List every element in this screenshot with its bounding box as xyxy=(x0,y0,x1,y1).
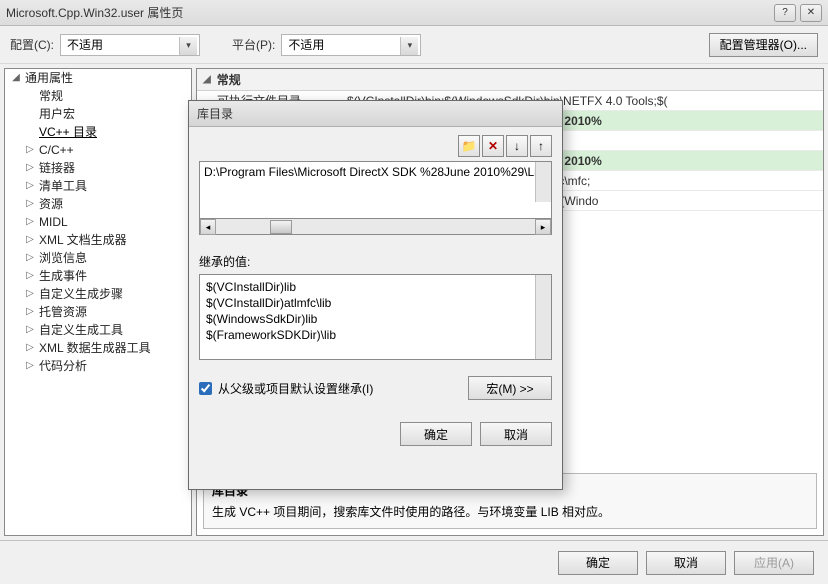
ok-button[interactable]: 确定 xyxy=(558,551,638,575)
tree-item-label: XML 数据生成器工具 xyxy=(39,339,151,357)
chevron-down-icon: ▾ xyxy=(400,37,418,55)
tree-item-label: 常规 xyxy=(39,87,63,105)
tree-item-label: 资源 xyxy=(39,195,63,213)
dialog-toolbar: 📁 ✕ ↓ ↑ xyxy=(199,135,552,157)
tree-item-label: 浏览信息 xyxy=(39,249,87,267)
tree-expand-icon: ▷ xyxy=(25,357,35,375)
inherit-checkbox-label: 从父级或项目默认设置继承(I) xyxy=(218,380,373,397)
tree-expand-icon: ▷ xyxy=(25,159,35,177)
scroll-right-icon[interactable]: ▸ xyxy=(535,219,551,235)
close-button[interactable]: ✕ xyxy=(800,4,822,22)
tree-expand-icon: ▷ xyxy=(25,267,35,285)
tree-root[interactable]: ◢ 通用属性 xyxy=(5,69,191,87)
platform-label: 平台(P): xyxy=(232,36,275,53)
tree-item[interactable]: ▷托管资源 xyxy=(5,303,191,321)
new-folder-button[interactable]: 📁 xyxy=(458,135,480,157)
tree-item[interactable]: ▷生成事件 xyxy=(5,267,191,285)
tree-expand-icon: ▷ xyxy=(25,321,35,339)
tree-item-label: 用户宏 xyxy=(39,105,75,123)
platform-combo[interactable]: 不适用 ▾ xyxy=(281,34,421,56)
config-label: 配置(C): xyxy=(10,36,54,53)
window-title: Microsoft.Cpp.Win32.user 属性页 xyxy=(6,4,770,21)
scroll-thumb[interactable] xyxy=(270,220,292,234)
tree-item[interactable]: ▷清单工具 xyxy=(5,177,191,195)
scrollbar-vertical[interactable] xyxy=(535,162,551,202)
tree-item-label: 代码分析 xyxy=(39,357,87,375)
inherited-item[interactable]: $(WindowsSdkDir)lib xyxy=(206,311,535,327)
tree-item-label: XML 文档生成器 xyxy=(39,231,127,249)
dialog-title: 库目录 xyxy=(189,101,562,127)
propgrid-group-header[interactable]: ◢ 常规 xyxy=(197,69,823,91)
help-button[interactable]: ? xyxy=(774,4,796,22)
config-combo[interactable]: 不适用 ▾ xyxy=(60,34,200,56)
nav-tree[interactable]: ◢ 通用属性 常规用户宏VC++ 目录▷C/C++▷链接器▷清单工具▷资源▷MI… xyxy=(4,68,192,536)
tree-expand-icon: ▷ xyxy=(25,177,35,195)
apply-button[interactable]: 应用(A) xyxy=(734,551,814,575)
paths-editbox[interactable]: D:\Program Files\Microsoft DirectX SDK %… xyxy=(199,161,552,219)
platform-value: 不适用 xyxy=(288,36,324,53)
tree-item[interactable]: ▷C/C++ xyxy=(5,141,191,159)
tree-item[interactable]: VC++ 目录 xyxy=(5,123,191,141)
description-text: 生成 VC++ 项目期间，搜索库文件时使用的路径。与环境变量 LIB 相对应。 xyxy=(212,503,808,520)
tree-item[interactable]: 常规 xyxy=(5,87,191,105)
titlebar: Microsoft.Cpp.Win32.user 属性页 ? ✕ xyxy=(0,0,828,26)
config-value: 不适用 xyxy=(67,36,103,53)
tree-item[interactable]: ▷自定义生成步骤 xyxy=(5,285,191,303)
inherited-item[interactable]: $(FrameworkSDKDir)\lib xyxy=(206,327,535,343)
tree-expand-icon: ▷ xyxy=(25,195,35,213)
tree-item[interactable]: ▷资源 xyxy=(5,195,191,213)
tree-expand-icon: ▷ xyxy=(25,231,35,249)
tree-item-label: 生成事件 xyxy=(39,267,87,285)
tree-item[interactable]: ▷浏览信息 xyxy=(5,249,191,267)
scroll-left-icon[interactable]: ◂ xyxy=(200,219,216,235)
footer-bar: 确定 取消 应用(A) xyxy=(0,540,828,584)
delete-button[interactable]: ✕ xyxy=(482,135,504,157)
tree-expand-icon: ▷ xyxy=(25,213,35,231)
tree-item[interactable]: 用户宏 xyxy=(5,105,191,123)
tree-collapse-icon: ◢ xyxy=(11,69,21,87)
inherited-listbox[interactable]: $(VCInstallDir)lib$(VCInstallDir)atlmfc\… xyxy=(199,274,552,360)
config-manager-button[interactable]: 配置管理器(O)... xyxy=(709,33,818,57)
paths-edit-value: D:\Program Files\Microsoft DirectX SDK %… xyxy=(204,165,552,179)
tree-item[interactable]: ▷XML 文档生成器 xyxy=(5,231,191,249)
cancel-button[interactable]: 取消 xyxy=(646,551,726,575)
inherit-checkbox[interactable] xyxy=(199,382,212,395)
tree-item[interactable]: ▷MIDL xyxy=(5,213,191,231)
move-down-button[interactable]: ↓ xyxy=(506,135,528,157)
tree-item[interactable]: ▷XML 数据生成器工具 xyxy=(5,339,191,357)
tree-item-label: 链接器 xyxy=(39,159,75,177)
tree-item-label: 托管资源 xyxy=(39,303,87,321)
dialog-cancel-button[interactable]: 取消 xyxy=(480,422,552,446)
tree-item[interactable]: ▷代码分析 xyxy=(5,357,191,375)
tree-item-label: 自定义生成步骤 xyxy=(39,285,123,303)
tree-item-label: 清单工具 xyxy=(39,177,87,195)
inherited-label: 继承的值: xyxy=(199,253,552,270)
tree-expand-icon: ▷ xyxy=(25,249,35,267)
tree-expand-icon: ▷ xyxy=(25,303,35,321)
tree-item-label: 自定义生成工具 xyxy=(39,321,123,339)
tree-item[interactable]: ▷链接器 xyxy=(5,159,191,177)
tree-expand-icon: ▷ xyxy=(25,141,35,159)
tree-item-label: MIDL xyxy=(39,213,68,231)
chevron-down-icon: ▾ xyxy=(179,37,197,55)
macros-button[interactable]: 宏(M) >> xyxy=(468,376,552,400)
tree-collapse-icon: ◢ xyxy=(203,74,211,85)
inherited-item[interactable]: $(VCInstallDir)atlmfc\lib xyxy=(206,295,535,311)
config-row: 配置(C): 不适用 ▾ 平台(P): 不适用 ▾ 配置管理器(O)... xyxy=(0,26,828,64)
tree-expand-icon: ▷ xyxy=(25,285,35,303)
scrollbar-horizontal[interactable]: ◂ ▸ xyxy=(199,219,552,235)
inherited-item[interactable]: $(VCInstallDir)lib xyxy=(206,279,535,295)
tree-item[interactable]: ▷自定义生成工具 xyxy=(5,321,191,339)
scrollbar-vertical[interactable] xyxy=(535,275,551,359)
move-up-button[interactable]: ↑ xyxy=(530,135,552,157)
dialog-ok-button[interactable]: 确定 xyxy=(400,422,472,446)
lib-dirs-dialog: 库目录 📁 ✕ ↓ ↑ D:\Program Files\Microsoft D… xyxy=(188,100,563,490)
tree-item-label: C/C++ xyxy=(39,141,74,159)
tree-expand-icon: ▷ xyxy=(25,339,35,357)
tree-item-label: VC++ 目录 xyxy=(39,123,97,141)
